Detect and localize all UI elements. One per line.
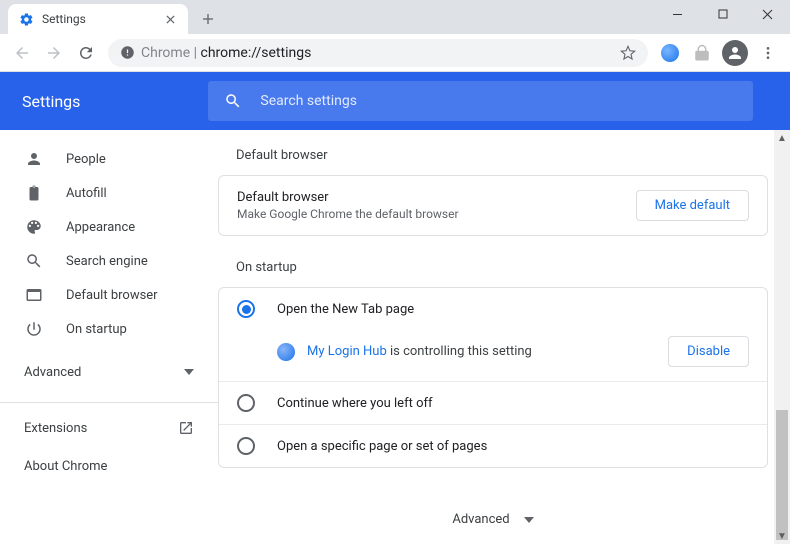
profile-avatar[interactable] [722, 40, 748, 66]
close-window-button[interactable] [745, 0, 790, 28]
search-icon [24, 251, 44, 271]
default-browser-card: Default browser Make Google Chrome the d… [218, 175, 768, 236]
sidebar: People Autofill Appearance Search engine… [0, 130, 218, 544]
back-button[interactable] [6, 37, 38, 69]
person-icon [24, 149, 44, 169]
clipboard-icon [24, 183, 44, 203]
section-title-on-startup: On startup [218, 260, 768, 275]
sidebar-item-on-startup[interactable]: On startup [0, 312, 218, 346]
scroll-thumb[interactable] [776, 410, 788, 540]
startup-option-specific-pages[interactable]: Open a specific page or set of pages [219, 425, 767, 467]
address-bar[interactable]: Chrome | chrome://settings [108, 39, 648, 67]
browser-tab[interactable]: Settings [8, 4, 188, 34]
search-input[interactable] [260, 93, 737, 109]
controlling-text: is controlling this setting [387, 344, 532, 359]
browser-toolbar: Chrome | chrome://settings [0, 34, 790, 72]
extensions-label: Extensions [24, 421, 87, 436]
radio-label: Open a specific page or set of pages [277, 439, 487, 454]
gear-icon [18, 11, 34, 27]
extension-badge-icon [277, 343, 295, 361]
sidebar-item-label: Autofill [66, 186, 107, 201]
row-title: Default browser [237, 190, 459, 205]
menu-button[interactable] [752, 37, 784, 69]
page-title: Settings [22, 92, 80, 111]
sidebar-item-label: Appearance [66, 220, 135, 235]
section-title-default-browser: Default browser [218, 148, 768, 163]
main-area: People Autofill Appearance Search engine… [0, 130, 790, 544]
page-content: Settings People Autofill Appearance Sear… [0, 72, 790, 544]
radio-icon[interactable] [237, 394, 255, 412]
extension-icon-2[interactable] [688, 39, 716, 67]
new-tab-button[interactable] [194, 5, 222, 33]
sidebar-item-default-browser[interactable]: Default browser [0, 278, 218, 312]
make-default-button[interactable]: Make default [636, 190, 749, 221]
chevron-down-icon [524, 517, 534, 523]
scroll-up-arrow[interactable]: ▲ [774, 130, 790, 146]
radio-label: Open the New Tab page [277, 302, 414, 317]
sidebar-item-label: Default browser [66, 288, 158, 303]
minimize-button[interactable] [655, 0, 700, 28]
power-icon [24, 319, 44, 339]
about-label: About Chrome [24, 459, 107, 474]
browser-icon [24, 285, 44, 305]
row-subtitle: Make Google Chrome the default browser [237, 207, 459, 221]
sidebar-item-label: On startup [66, 322, 127, 337]
radio-label: Continue where you left off [277, 396, 433, 411]
advanced-footer[interactable]: Advanced [218, 492, 768, 544]
site-info-icon[interactable] [120, 45, 135, 60]
url-text: Chrome | chrome://settings [141, 45, 311, 61]
sidebar-item-label: People [66, 152, 106, 167]
controlling-extension-notice: My Login Hub is controlling this setting… [219, 330, 767, 381]
palette-icon [24, 217, 44, 237]
settings-page: Default browser Default browser Make Goo… [218, 130, 790, 544]
bookmark-star-icon[interactable] [620, 45, 636, 61]
advanced-label: Advanced [24, 365, 81, 380]
settings-search[interactable] [208, 81, 753, 121]
sidebar-extensions[interactable]: Extensions [0, 409, 218, 447]
advanced-footer-label: Advanced [452, 512, 509, 527]
sidebar-about-chrome[interactable]: About Chrome [0, 447, 218, 485]
on-startup-card: Open the New Tab page My Login Hub is co… [218, 287, 768, 468]
extension-name-link[interactable]: My Login Hub [307, 344, 387, 359]
sidebar-item-label: Search engine [66, 254, 148, 269]
tab-title: Settings [42, 12, 162, 26]
sidebar-advanced[interactable]: Advanced [0, 352, 218, 392]
sidebar-item-search-engine[interactable]: Search engine [0, 244, 218, 278]
scroll-down-arrow[interactable]: ▼ [774, 528, 790, 544]
sidebar-item-people[interactable]: People [0, 142, 218, 176]
reload-button[interactable] [70, 37, 102, 69]
default-browser-row: Default browser Make Google Chrome the d… [219, 176, 767, 235]
startup-option-continue[interactable]: Continue where you left off [219, 382, 767, 424]
vertical-scrollbar[interactable]: ▲ ▼ [774, 130, 790, 544]
window-titlebar: Settings [0, 0, 790, 34]
disable-button[interactable]: Disable [668, 336, 749, 367]
close-icon[interactable] [162, 11, 178, 27]
forward-button[interactable] [38, 37, 70, 69]
startup-option-new-tab[interactable]: Open the New Tab page [219, 288, 767, 330]
radio-selected-icon[interactable] [237, 300, 255, 318]
extension-icon-1[interactable] [656, 39, 684, 67]
chevron-down-icon [184, 369, 194, 375]
window-controls [655, 0, 790, 28]
sidebar-separator [0, 402, 218, 403]
maximize-button[interactable] [700, 0, 745, 28]
radio-icon[interactable] [237, 437, 255, 455]
open-external-icon [178, 420, 194, 436]
sidebar-item-autofill[interactable]: Autofill [0, 176, 218, 210]
settings-header: Settings [0, 72, 790, 130]
search-icon [224, 92, 242, 110]
sidebar-item-appearance[interactable]: Appearance [0, 210, 218, 244]
